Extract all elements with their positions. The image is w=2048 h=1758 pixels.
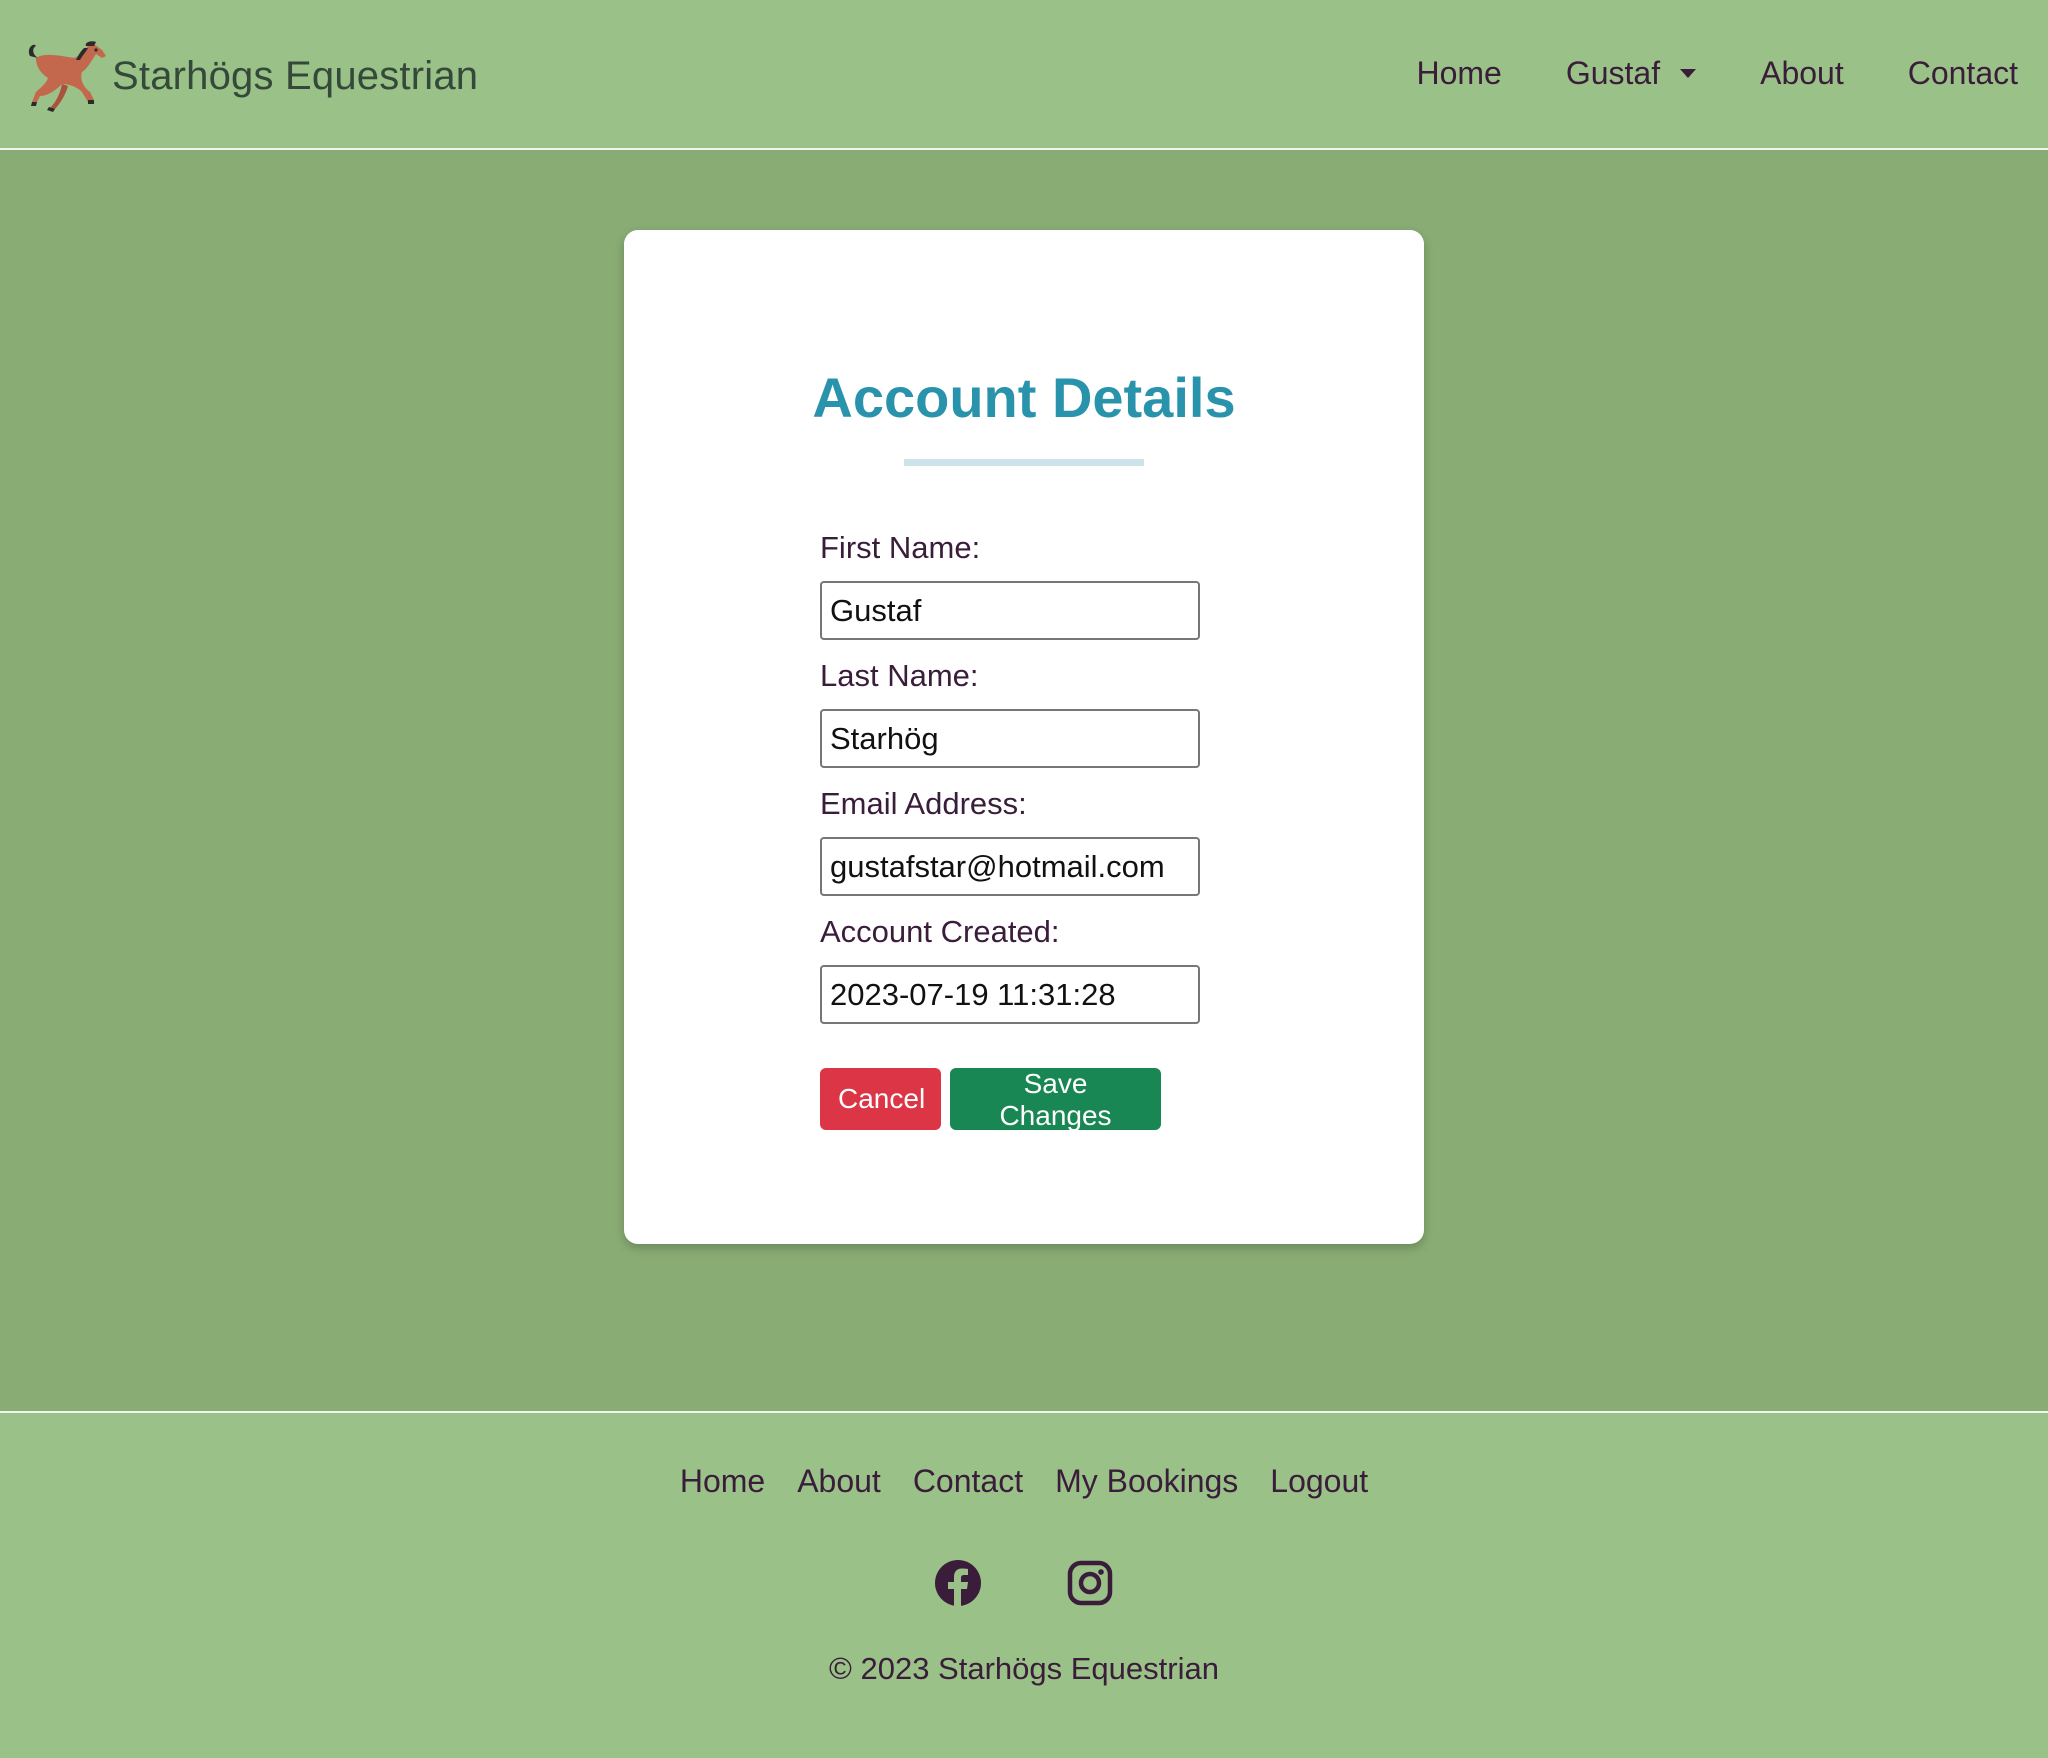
last-name-label: Last Name: (820, 658, 979, 693)
first-name-label: First Name: (820, 530, 981, 565)
footer-link-about[interactable]: About (797, 1465, 881, 1497)
email-label: Email Address: (820, 786, 1027, 821)
nav-user-dropdown[interactable]: Gustaf (1565, 55, 1697, 91)
social-links (0, 1559, 2048, 1607)
horse-logo-icon (28, 41, 106, 112)
account-form: First Name: Last Name: Email Address: Ac… (820, 528, 1200, 1040)
title-underline (904, 459, 1144, 466)
nav-home[interactable]: Home (1416, 57, 1501, 89)
last-name-field[interactable] (820, 709, 1200, 768)
email-field[interactable] (820, 837, 1200, 896)
caret-down-icon (1680, 68, 1697, 78)
site-footer: Home About Contact My Bookings Logout © … (0, 1411, 2048, 1758)
account-created-label: Account Created: (820, 914, 1060, 949)
cancel-button[interactable]: Cancel (820, 1068, 941, 1130)
instagram-icon[interactable] (1066, 1559, 1114, 1607)
brand-link[interactable]: Starhögs Equestrian (22, 38, 478, 114)
copyright-text: © 2023 Starhögs Equestrian (829, 1651, 1219, 1686)
form-actions: Cancel Save Changes (820, 1068, 1161, 1131)
page-title: Account Details (812, 366, 1236, 429)
first-name-field[interactable] (820, 581, 1200, 640)
user-menu-label: Gustaf (1565, 55, 1661, 91)
footer-link-home[interactable]: Home (680, 1465, 765, 1497)
footer-nav: Home About Contact My Bookings Logout (0, 1465, 2048, 1497)
footer-link-contact[interactable]: Contact (913, 1465, 1023, 1497)
site-header: Starhögs Equestrian Home Gustaf About Co… (0, 0, 2048, 150)
facebook-icon[interactable] (934, 1559, 982, 1607)
footer-link-my-bookings[interactable]: My Bookings (1055, 1465, 1238, 1497)
account-created-field[interactable] (820, 965, 1200, 1024)
nav-about[interactable]: About (1760, 57, 1844, 89)
account-card: Account Details First Name: Last Name: E… (624, 230, 1424, 1244)
main-nav: Home Gustaf About Contact (1416, 48, 2018, 98)
save-changes-button[interactable]: Save Changes (950, 1068, 1161, 1131)
brand-name: Starhögs Equestrian (112, 54, 479, 98)
nav-contact[interactable]: Contact (1908, 57, 2018, 89)
footer-link-logout[interactable]: Logout (1270, 1465, 1368, 1497)
